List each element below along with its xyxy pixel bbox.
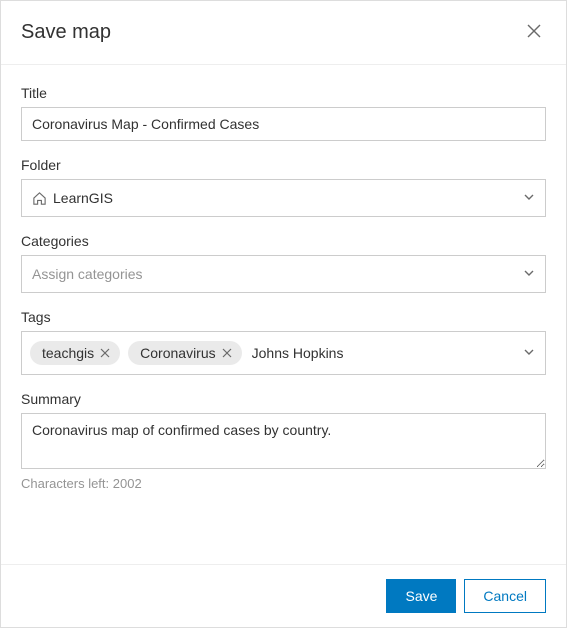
save-button[interactable]: Save [386,579,456,613]
folder-select[interactable]: LearnGIS [21,179,546,217]
folder-label: Folder [21,157,546,173]
tags-label: Tags [21,309,546,325]
summary-field: Summary Characters left: 2002 [21,391,546,491]
categories-label: Categories [21,233,546,249]
summary-label: Summary [21,391,546,407]
tag-remove-button[interactable] [100,346,110,361]
summary-textarea[interactable] [21,413,546,469]
tags-field: Tags teachgis Coronavirus [21,309,546,375]
save-map-dialog: Save map Title Folder Lea [0,0,567,628]
categories-select[interactable]: Assign categories [21,255,546,293]
tags-input-wrap[interactable]: teachgis Coronavirus [21,331,546,375]
tags-text-input[interactable] [250,341,515,365]
close-icon [526,23,542,42]
folder-value: LearnGIS [53,190,113,206]
tag-remove-button[interactable] [222,346,232,361]
categories-field: Categories Assign categories [21,233,546,293]
close-button[interactable] [522,19,546,46]
folder-field: Folder LearnGIS [21,157,546,217]
dialog-title: Save map [21,21,111,44]
chevron-down-icon [523,345,535,361]
home-icon [32,191,47,206]
title-label: Title [21,85,546,101]
tag-label: teachgis [42,345,94,361]
categories-placeholder: Assign categories [32,266,143,282]
dialog-body: Title Folder LearnGIS Categorie [1,65,566,564]
title-input[interactable] [21,107,546,141]
dialog-footer: Save Cancel [1,564,566,627]
chevron-down-icon [523,266,535,282]
tag-chip: Coronavirus [128,341,241,365]
title-field: Title [21,85,546,141]
tag-chip: teachgis [30,341,120,365]
chevron-down-icon [523,190,535,206]
dialog-header: Save map [1,1,566,65]
cancel-button[interactable]: Cancel [464,579,546,613]
close-icon [100,346,110,361]
characters-left-text: Characters left: 2002 [21,476,546,491]
close-icon [222,346,232,361]
tag-label: Coronavirus [140,345,215,361]
